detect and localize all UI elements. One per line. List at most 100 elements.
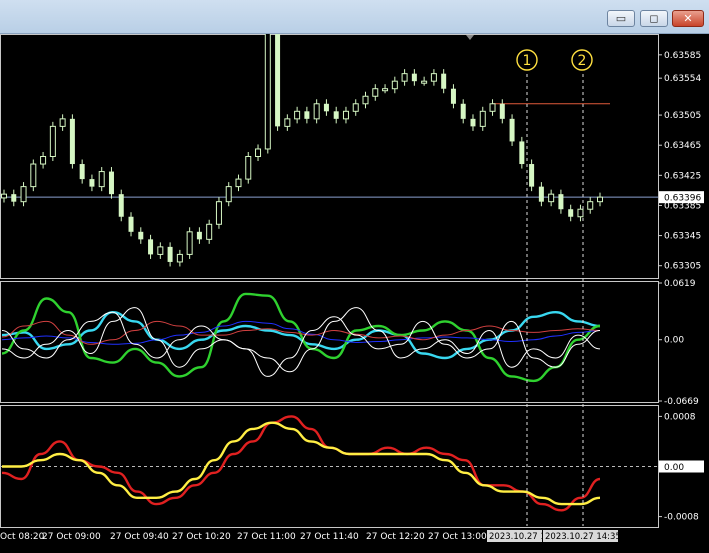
candle-body-down bbox=[79, 164, 85, 180]
price-tick-label: 0.63425 bbox=[664, 171, 701, 181]
candle-body-up bbox=[342, 110, 349, 120]
price-tick-label: 0.63585 bbox=[664, 51, 701, 61]
candle-body-down bbox=[11, 194, 17, 202]
candle-body-down bbox=[148, 239, 154, 255]
candle-body-up bbox=[49, 125, 56, 157]
time-axis-label: 27 Oct 12:20 bbox=[366, 532, 425, 542]
oscillator-pane: 0.0619 0.00 -0.0669 bbox=[0, 279, 699, 407]
candle-body-up bbox=[1, 193, 7, 199]
candle-body-down bbox=[275, 34, 281, 127]
indicator-tick-label: -0.0008 bbox=[664, 513, 699, 523]
marker-2-label: 2 bbox=[578, 53, 587, 69]
candle-body-up bbox=[186, 231, 193, 255]
candle-body-up bbox=[577, 208, 584, 218]
marker-1-label: 1 bbox=[523, 53, 532, 69]
candle-body-up bbox=[157, 246, 164, 255]
candle-body-up bbox=[352, 103, 359, 112]
candle-body-up bbox=[430, 73, 437, 82]
time-axis-label: Oct 08:20 bbox=[0, 532, 45, 542]
candle-body-up bbox=[59, 118, 66, 127]
candle-body-down bbox=[470, 118, 476, 127]
candle-body-down bbox=[509, 118, 515, 142]
candle-body-up bbox=[479, 110, 486, 127]
candle-body-up bbox=[362, 95, 369, 105]
restore-button[interactable]: ◻ bbox=[640, 10, 668, 27]
chart-area[interactable]: 0.63585 0.63554 0.63505 0.63465 0.63425 0.633… bbox=[0, 34, 709, 553]
close-button[interactable]: ✕ bbox=[672, 10, 704, 27]
time-axis-label: 27 Oct 11:40 bbox=[300, 532, 359, 542]
window-titlebar: ▭ ◻ ✕ bbox=[0, 0, 709, 34]
candle-body-down bbox=[450, 88, 456, 104]
candle-body-down bbox=[69, 118, 75, 165]
candle-body-down bbox=[333, 111, 339, 119]
price-tick-label: 0.63345 bbox=[664, 232, 701, 242]
candle-body-up bbox=[215, 201, 222, 225]
candle-body-down bbox=[118, 194, 124, 217]
current-price-label: 0.63396 bbox=[664, 194, 701, 204]
restore-icon: ◻ bbox=[649, 12, 659, 25]
series-line-macd_yellow bbox=[1, 421, 601, 506]
price-pane: 0.63585 0.63554 0.63505 0.63465 0.63425 0.633… bbox=[0, 34, 704, 279]
time-axis-label: 27 Oct 09:40 bbox=[110, 532, 169, 542]
candle-body-down bbox=[529, 164, 535, 187]
indicator-tick-label: 0.00 bbox=[664, 336, 684, 346]
shift-marker-icon bbox=[466, 35, 474, 40]
candle-body-up bbox=[255, 148, 262, 157]
candle-body-up bbox=[245, 156, 252, 180]
candle-body-up bbox=[20, 186, 27, 203]
candle-body-up bbox=[235, 178, 242, 188]
candle-body-up bbox=[489, 103, 496, 112]
indicator-tick-label: 0.0619 bbox=[664, 279, 696, 289]
candle-body-down bbox=[411, 73, 417, 82]
time-axis-label: 27 Oct 10:20 bbox=[172, 532, 231, 542]
candle-body-up bbox=[206, 223, 213, 240]
minimize-button[interactable]: ▭ bbox=[607, 10, 635, 27]
candle-body-up bbox=[284, 118, 291, 127]
candle-body-down bbox=[167, 246, 173, 262]
pane-border bbox=[0, 34, 659, 279]
candle-body-up bbox=[421, 80, 428, 84]
candle-body-up bbox=[391, 80, 398, 90]
candle-body-up bbox=[264, 34, 271, 150]
macd-current-label: 0.00 bbox=[664, 463, 684, 473]
candle-body-up bbox=[548, 193, 555, 203]
candle-body-down bbox=[538, 186, 544, 202]
candle-body-down bbox=[323, 103, 329, 112]
candle-body-up bbox=[597, 196, 603, 203]
close-icon: ✕ bbox=[683, 12, 693, 25]
candle-body-up bbox=[98, 171, 105, 188]
candle-body-down bbox=[558, 194, 564, 210]
candle-body-down bbox=[568, 209, 574, 217]
time-axis-label: 27 Oct 11:00 bbox=[237, 532, 296, 542]
candle-body-down bbox=[108, 171, 114, 195]
candle-body-down bbox=[460, 103, 466, 119]
candle-body-up bbox=[40, 156, 47, 165]
cursor-time-label-1: 2023.10.27 1 bbox=[489, 532, 546, 542]
candle-body-up bbox=[225, 186, 232, 203]
time-axis-label: 27 Oct 09:00 bbox=[42, 532, 101, 542]
series-line-osc_green bbox=[1, 292, 601, 383]
candle-body-down bbox=[128, 216, 134, 232]
candle-body-down bbox=[89, 179, 95, 187]
candle-body-down bbox=[304, 111, 310, 119]
indicator-tick-label: -0.0669 bbox=[664, 397, 699, 407]
minimize-icon: ▭ bbox=[615, 12, 627, 25]
indicator-tick-label: 0.0008 bbox=[664, 412, 696, 422]
candle-body-down bbox=[499, 103, 505, 119]
series-line-macd_red bbox=[1, 415, 601, 512]
candle-body-up bbox=[176, 253, 183, 263]
price-tick-label: 0.63465 bbox=[664, 141, 701, 151]
pane-border bbox=[0, 281, 659, 403]
candle-body-down bbox=[441, 73, 447, 89]
price-tick-label: 0.63554 bbox=[664, 74, 701, 84]
candle-body-down bbox=[519, 141, 525, 165]
price-tick-label: 0.63505 bbox=[664, 111, 701, 121]
price-tick-label: 0.63305 bbox=[664, 262, 701, 272]
candle-body-down bbox=[138, 231, 144, 240]
candle-body-up bbox=[401, 73, 408, 82]
candle-body-up bbox=[294, 110, 301, 120]
time-axis-label: 27 Oct 13:00 bbox=[428, 532, 487, 542]
candle-body-down bbox=[196, 231, 202, 240]
candle-body-up bbox=[372, 88, 379, 97]
macd-pane: 0.00080.00-0.00080.00 bbox=[0, 405, 704, 528]
